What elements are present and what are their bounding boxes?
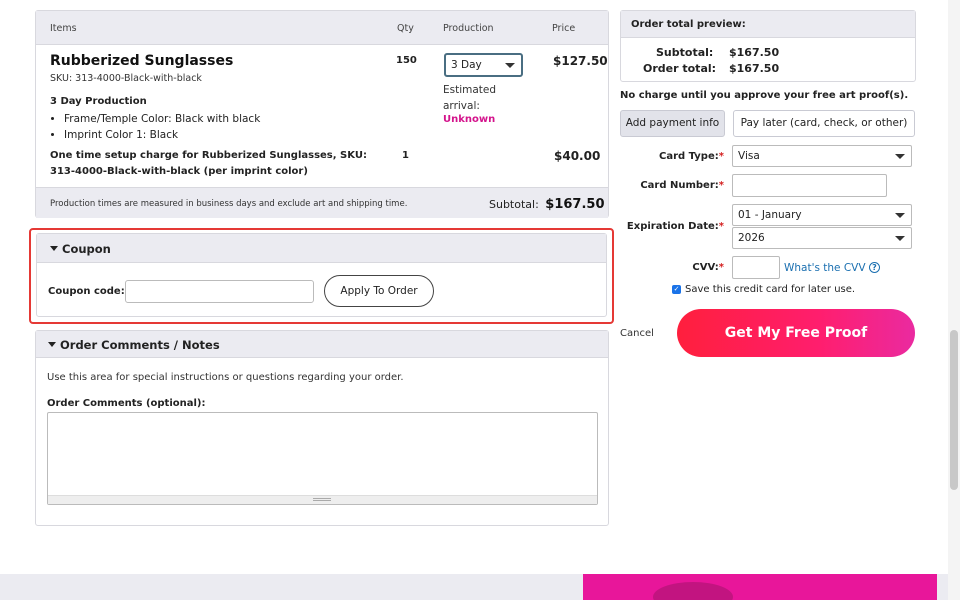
save-card-label: Save this credit card for later use. [685, 284, 856, 295]
expiration-month-select[interactable]: 01 - January [732, 204, 912, 226]
coupon-panel-header[interactable]: Coupon [37, 234, 606, 263]
estimated-arrival-value: Unknown [443, 114, 496, 125]
chevron-down-icon [505, 63, 515, 68]
card-type-label: Card Type:* [659, 151, 724, 162]
production-column-header: Production [443, 23, 494, 34]
no-charge-note: No charge until you approve your free ar… [620, 90, 909, 101]
order-comments-label: Order Comments (optional): [47, 398, 206, 409]
chevron-down-icon [895, 236, 905, 241]
estimated-arrival-label: Estimated arrival: [443, 84, 497, 112]
product-price: $127.50 [553, 54, 608, 68]
production-heading: 3 Day Production [50, 96, 147, 107]
coupon-code-input[interactable] [125, 280, 314, 303]
production-time-value: 3 Day [451, 59, 482, 71]
coupon-code-label: Coupon code: [48, 286, 125, 297]
card-type-select[interactable]: Visa [732, 145, 912, 167]
add-payment-info-button[interactable]: Add payment info [620, 110, 725, 137]
cart-subtotal: Subtotal: $167.50 [489, 197, 605, 212]
expiration-year-select[interactable]: 2026 [732, 227, 912, 249]
cart-items-table: Items Qty Production Price Rubberized Su… [35, 10, 609, 218]
production-time-select[interactable]: 3 Day [444, 53, 523, 77]
product-qty: 150 [396, 55, 417, 66]
whats-the-cvv-link[interactable]: What's the CVV [784, 262, 866, 274]
page-scrollbar[interactable] [948, 0, 960, 600]
order-comments-header[interactable]: Order Comments / Notes [36, 331, 608, 358]
caret-down-icon [48, 342, 56, 347]
order-comments-help: Use this area for special instructions o… [47, 372, 404, 383]
pay-later-button[interactable]: Pay later (card, check, or other) [733, 110, 915, 137]
required-mark: * [718, 262, 724, 273]
expiration-year-value: 2026 [738, 232, 765, 244]
setup-charge-description: One time setup charge for Rubberized Sun… [50, 150, 367, 177]
chevron-down-icon [895, 154, 905, 159]
order-total-header: Order total preview: [621, 11, 915, 38]
question-circle-icon[interactable]: ? [869, 262, 880, 273]
order-total-preview: Order total preview: Subtotal: $167.50 O… [620, 10, 916, 82]
cart-subtotal-value: $167.50 [545, 197, 605, 212]
items-table-header: Items Qty Production Price [36, 11, 608, 45]
setup-charge-qty: 1 [402, 150, 409, 161]
cvv-input[interactable] [732, 256, 780, 279]
items-column-header: Items [50, 23, 77, 34]
cvv-label: CVV:* [692, 262, 724, 273]
price-column-header: Price [552, 23, 576, 34]
product-details-list: Frame/Temple Color: Black with black Imp… [64, 111, 260, 143]
required-mark: * [718, 221, 724, 232]
footer-banner-image [583, 574, 937, 600]
card-number-label: Card Number:* [640, 180, 724, 191]
order-comments-title: Order Comments / Notes [60, 338, 220, 352]
product-detail-imprint-color: Imprint Color 1: Black [64, 127, 260, 143]
textarea-resize-handle[interactable] [48, 495, 597, 504]
card-type-value: Visa [738, 150, 760, 162]
coupon-title: Coupon [62, 242, 111, 256]
items-table-footer: Production times are measured in busines… [36, 187, 608, 218]
get-free-proof-button[interactable]: Get My Free Proof [677, 309, 915, 357]
cart-subtotal-label: Subtotal: [489, 198, 539, 211]
expiration-date-label: Expiration Date:* [626, 221, 724, 232]
apply-coupon-button[interactable]: Apply To Order [324, 275, 434, 307]
cancel-link[interactable]: Cancel [620, 328, 654, 339]
coupon-panel: Coupon Coupon code: Apply To Order [36, 233, 607, 317]
caret-down-icon [50, 246, 58, 251]
expiration-month-value: 01 - January [738, 209, 802, 221]
order-comments-textarea[interactable] [47, 412, 598, 505]
order-comments-panel: Order Comments / Notes Use this area for… [35, 330, 609, 526]
product-name: Rubberized Sunglasses [50, 53, 234, 69]
coupon-highlight: Coupon Coupon code: Apply To Order [29, 228, 614, 324]
order-total-title: Order total preview: [631, 19, 746, 30]
preview-subtotal-label: Subtotal: [656, 46, 714, 59]
required-mark: * [718, 151, 724, 162]
setup-charge-price: $40.00 [554, 149, 601, 163]
required-mark: * [718, 180, 724, 191]
product-sku: SKU: 313-4000-Black-with-black [50, 73, 202, 84]
chevron-down-icon [895, 213, 905, 218]
qty-column-header: Qty [397, 23, 414, 34]
preview-total-label: Order total: [643, 62, 717, 75]
preview-subtotal-value: $167.50 [729, 46, 780, 59]
product-detail-frame-color: Frame/Temple Color: Black with black [64, 111, 260, 127]
preview-total-value: $167.50 [729, 62, 780, 75]
production-note: Production times are measured in busines… [50, 199, 408, 209]
scrollbar-thumb[interactable] [950, 330, 958, 490]
card-number-input[interactable] [732, 174, 887, 197]
save-card-checkbox[interactable]: ✓ [672, 285, 681, 294]
